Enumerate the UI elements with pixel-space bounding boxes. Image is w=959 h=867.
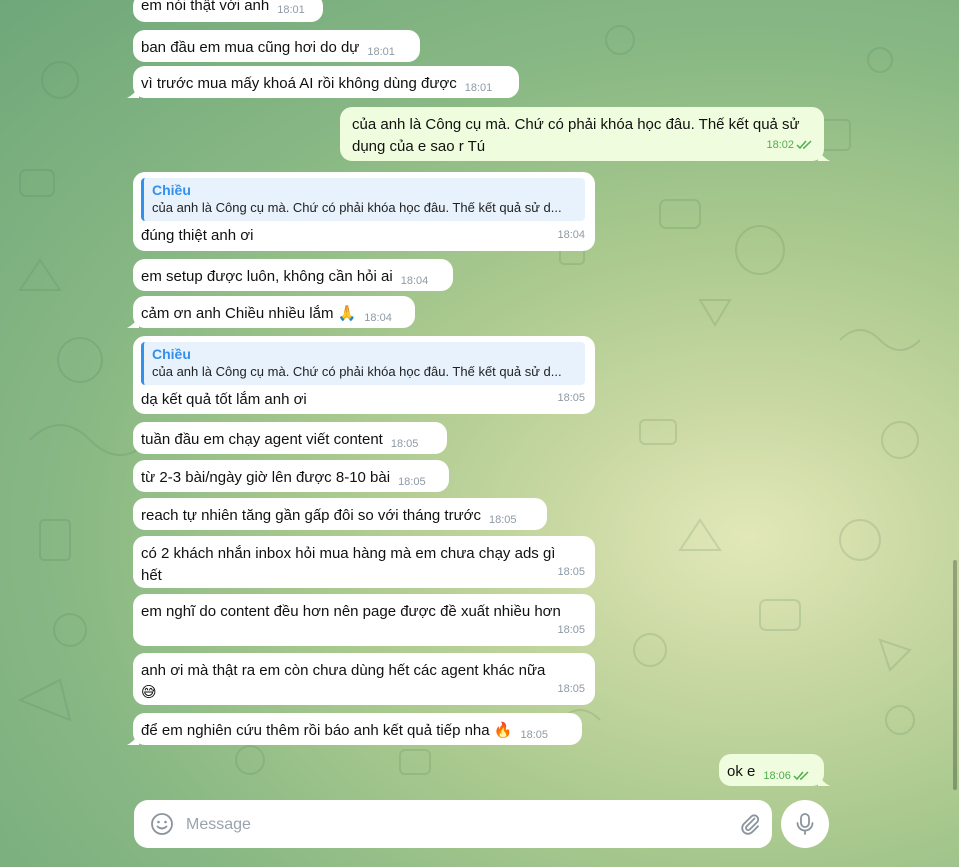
message-bubble[interactable]: Chiều của anh là Công cụ mà. Chứ có phải… xyxy=(133,172,595,251)
message-time: 18:02 xyxy=(766,134,814,156)
message-time: 18:05 xyxy=(557,566,585,578)
message-bubble[interactable]: từ 2-3 bài/ngày giờ lên được 8-10 bài 18:… xyxy=(133,460,449,492)
reply-preview: của anh là Công cụ mà. Chứ có phải khóa … xyxy=(152,200,562,215)
message-time: 18:04 xyxy=(364,312,392,324)
double-check-icon xyxy=(796,140,812,150)
message-composer xyxy=(134,800,772,848)
message-text: dạ kết quả tốt lắm anh ơi xyxy=(141,391,307,408)
message-text: vì trước mua mấy khoá AI rồi không dùng … xyxy=(141,75,457,92)
paperclip-icon[interactable] xyxy=(738,812,762,836)
message-input[interactable] xyxy=(184,812,748,838)
message-bubble[interactable]: ban đầu em mua cũng hơi do dự 18:01 xyxy=(133,30,420,62)
message-bubble[interactable]: có 2 khách nhắn inbox hỏi mua hàng mà em… xyxy=(133,536,595,588)
message-bubble[interactable]: Chiều của anh là Công cụ mà. Chứ có phải… xyxy=(133,336,595,414)
message-time: 18:01 xyxy=(464,82,493,94)
microphone-icon xyxy=(796,813,814,835)
message-text: của anh là Công cụ mà. Chứ có phải khóa … xyxy=(352,116,804,155)
message-time: 18:05 xyxy=(520,729,548,741)
message-time: 18:04 xyxy=(400,275,429,287)
message-time: 18:05 xyxy=(557,392,585,404)
bubble-tail xyxy=(127,733,139,745)
reply-preview: của anh là Công cụ mà. Chứ có phải khóa … xyxy=(152,364,562,379)
smile-icon[interactable] xyxy=(150,812,174,836)
message-bubble[interactable]: cảm ơn anh Chiều nhiều lắm 🙏 18:04 xyxy=(127,296,415,328)
message-time: 18:05 xyxy=(398,476,426,488)
scrollbar-thumb[interactable] xyxy=(953,560,957,790)
message-time: 18:05 xyxy=(390,438,419,450)
message-time: 18:05 xyxy=(557,624,585,636)
message-time: 18:05 xyxy=(557,683,585,695)
message-text: có 2 khách nhắn inbox hỏi mua hàng mà em… xyxy=(141,545,560,584)
message-bubble[interactable]: vì trước mua mấy khoá AI rồi không dùng … xyxy=(127,66,519,98)
message-text: em nói thật với anh xyxy=(141,0,270,14)
message-time: 18:06 xyxy=(763,770,811,782)
message-text: cảm ơn anh Chiều nhiều lắm 🙏 xyxy=(141,305,357,322)
message-text: em setup được luôn, không cần hỏi ai xyxy=(141,268,393,285)
reply-author: Chiều xyxy=(152,182,191,198)
microphone-button[interactable] xyxy=(781,800,829,848)
chat-message-list[interactable]: em nói thật với anh 18:01 ban đầu em mua … xyxy=(0,0,959,867)
message-text: từ 2-3 bài/ngày giờ lên được 8-10 bài xyxy=(141,469,391,486)
reply-author: Chiều xyxy=(152,346,191,362)
message-time: 18:04 xyxy=(557,229,585,241)
double-check-icon xyxy=(793,771,809,781)
bubble-tail xyxy=(818,149,830,161)
message-text: ok e xyxy=(727,763,756,780)
message-bubble[interactable]: em nghĩ do content đều hơn nên page được… xyxy=(133,594,595,646)
message-time: 18:01 xyxy=(277,4,305,16)
message-bubble[interactable]: anh ơi mà thật ra em còn chưa dùng hết c… xyxy=(133,653,595,705)
message-text: em nghĩ do content đều hơn nên page được… xyxy=(141,603,561,620)
message-bubble-outgoing[interactable]: ok e 18:06 xyxy=(719,754,830,786)
message-bubble-outgoing[interactable]: của anh là Công cụ mà. Chứ có phải khóa … xyxy=(340,107,830,161)
message-text: tuần đầu em chạy agent viết content xyxy=(141,431,383,448)
message-bubble[interactable]: reach tự nhiên tăng gần gấp đôi so với t… xyxy=(133,498,547,530)
reply-quote[interactable]: Chiều của anh là Công cụ mà. Chứ có phải… xyxy=(141,178,585,221)
message-bubble[interactable]: tuần đầu em chạy agent viết content 18:05 xyxy=(133,422,447,454)
bubble-tail xyxy=(818,774,830,786)
message-bubble[interactable]: em nói thật với anh 18:01 xyxy=(133,0,323,22)
message-text: reach tự nhiên tăng gần gấp đôi so với t… xyxy=(141,507,481,524)
message-time: 18:05 xyxy=(488,514,517,526)
message-bubble[interactable]: để em nghiên cứu thêm rồi báo anh kết qu… xyxy=(127,713,582,745)
message-text: đúng thiệt anh ơi xyxy=(141,227,254,244)
bubble-tail xyxy=(127,316,139,328)
message-text: để em nghiên cứu thêm rồi báo anh kết qu… xyxy=(141,722,513,739)
message-time: 18:01 xyxy=(367,46,395,58)
message-bubble[interactable]: em setup được luôn, không cần hỏi ai 18:0… xyxy=(133,259,453,291)
message-text: anh ơi mà thật ra em còn chưa dùng hết c… xyxy=(141,662,550,701)
bubble-tail xyxy=(127,86,139,98)
message-text: ban đầu em mua cũng hơi do dự xyxy=(141,39,360,56)
reply-quote[interactable]: Chiều của anh là Công cụ mà. Chứ có phải… xyxy=(141,342,585,385)
